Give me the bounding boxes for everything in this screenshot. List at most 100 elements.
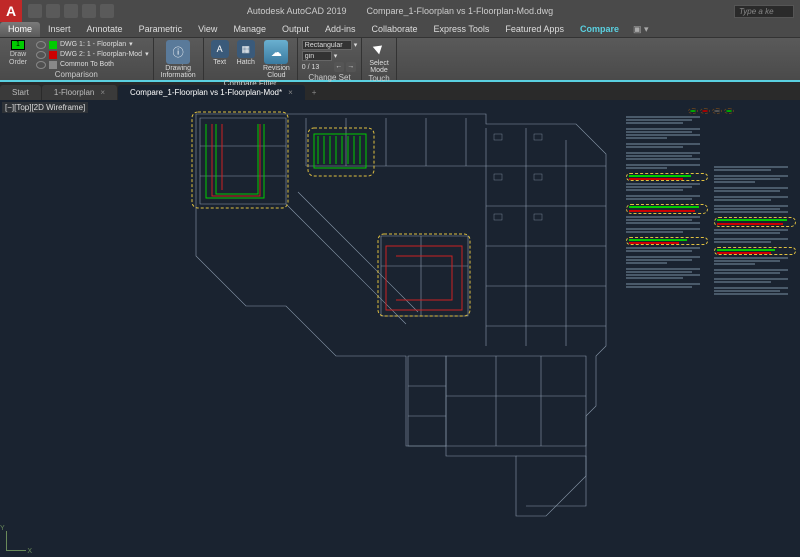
panel-drawing-info: ⓘ Drawing Information <box>154 38 204 80</box>
visibility-toggle-icon[interactable] <box>36 41 46 49</box>
qat-redo-icon[interactable] <box>100 4 114 18</box>
draw-order-label: Draw Order <box>4 51 32 67</box>
chevron-down-icon[interactable]: ▾ <box>334 52 338 60</box>
prev-change-button[interactable]: ← <box>334 62 344 72</box>
hatch-icon: ▦ <box>237 40 255 58</box>
ribbon: 1 Draw Order DWG 1: 1 - Floorplan ▾ DWG … <box>0 38 800 82</box>
tab-insert[interactable]: Insert <box>40 22 79 37</box>
title-bar: A Autodesk AutoCAD 2019 Compare_1-Floorp… <box>0 0 800 22</box>
revision-cloud <box>714 217 796 227</box>
tab-output[interactable]: Output <box>274 22 317 37</box>
next-change-button[interactable]: → <box>346 62 356 72</box>
tab-view[interactable]: View <box>190 22 225 37</box>
changeset-controls: ▾ ▾ 0 / 13 ← → <box>302 40 358 73</box>
ucs-icon[interactable]: Y X <box>6 527 30 551</box>
filter-text-button[interactable]: A Text <box>208 40 232 66</box>
qat-save-icon[interactable] <box>64 4 78 18</box>
doctab-floorplan[interactable]: 1-Floorplan × <box>42 85 117 100</box>
document-tabs: Start 1-Floorplan × Compare_1-Floorplan v… <box>0 82 800 100</box>
legend-common[interactable]: Common To Both <box>36 60 149 70</box>
panel-label: Change Set <box>302 73 358 82</box>
shape-select[interactable] <box>302 40 352 50</box>
notes-legend <box>626 108 796 114</box>
panel-label: Touch <box>366 74 391 83</box>
revision-cloud <box>626 173 708 181</box>
floorplan-drawing <box>186 106 626 536</box>
tab-annotate[interactable]: Annotate <box>79 22 131 37</box>
panel-compare-filter: A Text ▦ Hatch ☁ Revision Cloud Compare … <box>204 38 298 80</box>
revision-cloud-button[interactable]: ☁ Revision Cloud <box>260 40 293 79</box>
doctab-label: Start <box>12 88 29 97</box>
app-logo[interactable]: A <box>0 0 22 22</box>
panel-change-set: ▾ ▾ 0 / 13 ← → Change Set <box>298 38 363 80</box>
app-name: Autodesk AutoCAD 2019 <box>247 6 347 16</box>
dropdown-icon[interactable]: ▾ <box>145 50 149 60</box>
hatch-label: Hatch <box>237 59 255 66</box>
legend-circle-icon <box>712 108 722 114</box>
doctab-start[interactable]: Start <box>0 85 41 100</box>
tab-express[interactable]: Express Tools <box>426 22 498 37</box>
panel-comparison: 1 Draw Order DWG 1: 1 - Floorplan ▾ DWG … <box>0 38 154 80</box>
viewport-controls[interactable]: [−][Top][2D Wireframe] <box>2 102 88 113</box>
legend-circle-icon <box>724 108 734 114</box>
drawing-notes <box>626 108 796 548</box>
ribbon-tabs: Home Insert Annotate Parametric View Man… <box>0 22 800 38</box>
revcloud-label: Revision Cloud <box>263 65 290 79</box>
text-icon: A <box>211 40 229 58</box>
panel-label: Comparison <box>0 70 153 79</box>
doctab-compare[interactable]: Compare_1-Floorplan vs 1-Floorplan-Mod* × <box>118 85 305 100</box>
select-mode-label: Select Mode <box>369 60 388 74</box>
tab-manage[interactable]: Manage <box>225 22 274 37</box>
change-counter: 0 / 13 <box>302 64 332 71</box>
cursor-icon <box>371 40 387 60</box>
search-input[interactable]: Type a ke <box>734 5 794 18</box>
quick-access-toolbar <box>22 4 120 18</box>
filter-hatch-button[interactable]: ▦ Hatch <box>234 40 258 66</box>
tab-addins[interactable]: Add-ins <box>317 22 364 37</box>
tab-collaborate[interactable]: Collaborate <box>364 22 426 37</box>
tab-home[interactable]: Home <box>0 22 40 37</box>
doctab-label: Compare_1-Floorplan vs 1-Floorplan-Mod* <box>130 88 282 97</box>
ucs-x-label: X <box>27 548 32 555</box>
color-swatch-green[interactable] <box>49 41 57 49</box>
qat-open-icon[interactable] <box>46 4 60 18</box>
tab-featured[interactable]: Featured Apps <box>497 22 572 37</box>
legend-label: DWG 2: 1 - Floorplan-Mod <box>60 50 142 60</box>
legend-label: Common To Both <box>60 60 114 70</box>
visibility-toggle-icon[interactable] <box>36 51 46 59</box>
draw-order-swatch: 1 <box>11 40 25 50</box>
drawing-info-button[interactable]: ⓘ Drawing Information <box>158 40 199 79</box>
doctab-label: 1-Floorplan <box>54 88 94 97</box>
color-swatch-red[interactable] <box>49 51 57 59</box>
revision-cloud <box>626 204 708 214</box>
drawing-info-label: Drawing Information <box>161 65 196 79</box>
panel-touch: Select Mode Touch <box>362 38 396 80</box>
color-swatch-gray[interactable] <box>49 61 57 69</box>
select-mode-button[interactable]: Select Mode <box>366 40 391 74</box>
tab-more[interactable]: ▣ ▾ <box>627 22 655 37</box>
cloud-icon: ☁ <box>264 40 288 64</box>
info-icon: ⓘ <box>166 40 190 64</box>
dropdown-icon[interactable]: ▾ <box>129 40 133 50</box>
title-text: Autodesk AutoCAD 2019 Compare_1-Floorpla… <box>247 6 553 16</box>
visibility-toggle-icon[interactable] <box>36 61 46 69</box>
margin-input[interactable] <box>302 51 332 61</box>
text-label: Text <box>213 59 226 66</box>
close-icon[interactable]: × <box>100 88 105 97</box>
legend-circle-icon <box>688 108 698 114</box>
legend-label: DWG 1: 1 - Floorplan <box>60 40 126 50</box>
chevron-down-icon[interactable]: ▾ <box>354 41 358 49</box>
file-name: Compare_1-Floorplan vs 1-Floorplan-Mod.d… <box>366 6 553 16</box>
new-tab-button[interactable]: + <box>306 85 323 100</box>
revision-cloud <box>626 237 708 245</box>
legend-dwg1[interactable]: DWG 1: 1 - Floorplan ▾ <box>36 40 149 50</box>
qat-new-icon[interactable] <box>28 4 42 18</box>
tab-compare[interactable]: Compare <box>572 22 627 37</box>
ucs-y-label: Y <box>0 525 5 532</box>
drawing-viewport[interactable]: [−][Top][2D Wireframe] <box>0 100 800 557</box>
tab-parametric[interactable]: Parametric <box>131 22 191 37</box>
revision-cloud <box>714 247 796 255</box>
legend-dwg2[interactable]: DWG 2: 1 - Floorplan-Mod ▾ <box>36 50 149 60</box>
qat-undo-icon[interactable] <box>82 4 96 18</box>
close-icon[interactable]: × <box>288 88 293 97</box>
